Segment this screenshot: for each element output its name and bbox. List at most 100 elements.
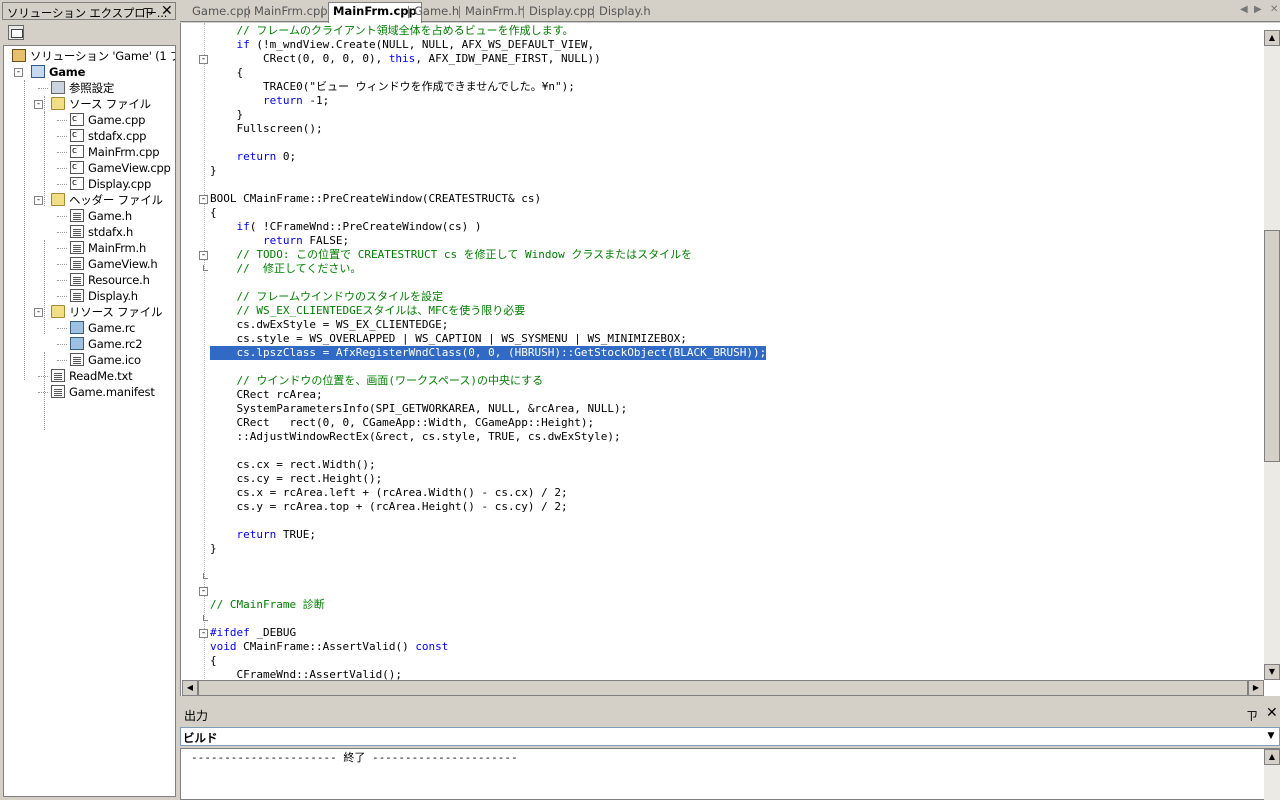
code-line[interactable]: return FALSE; xyxy=(210,234,349,248)
tab-scroll-right-icon[interactable]: ▶ xyxy=(1254,4,1262,15)
code-line[interactable]: } xyxy=(210,108,243,122)
close-icon[interactable]: ✕ xyxy=(1266,705,1278,721)
tree-item[interactable]: Game.rc2 xyxy=(4,336,174,352)
scroll-right-icon[interactable]: ▶ xyxy=(1248,680,1264,696)
code-line[interactable]: } xyxy=(210,542,217,556)
code-line[interactable]: // フレームのクライアント領域全体を占めるビューを作成します。 xyxy=(210,24,574,38)
code-line[interactable]: void CMainFrame::AssertValid() const xyxy=(210,640,448,654)
tree-item[interactable]: Display.h xyxy=(4,288,174,304)
code-line[interactable]: { xyxy=(210,654,217,668)
tree-connector xyxy=(57,344,67,345)
code-line[interactable]: cs.cy = rect.Height(); xyxy=(210,472,382,486)
scroll-down-icon[interactable]: ▼ xyxy=(1264,664,1280,680)
code-line[interactable]: CRect rcArea; xyxy=(210,388,322,402)
code-line[interactable]: return 0; xyxy=(210,150,297,164)
code-line[interactable]: cs.y = rcArea.top + (rcArea.Height() - c… xyxy=(210,500,567,514)
close-tab-icon[interactable]: ✕ xyxy=(1270,4,1278,15)
tree-item[interactable]: Game.manifest xyxy=(4,384,174,400)
code-line[interactable]: // TODO: この位置で CREATESTRUCT cs を修正して Win… xyxy=(210,248,693,262)
tree-item[interactable]: - リソース ファイル xyxy=(4,304,174,320)
collapse-toggle-icon[interactable]: - xyxy=(34,100,43,109)
code-line[interactable]: cs.dwExStyle = WS_EX_CLIENTEDGE; xyxy=(210,318,448,332)
code-line[interactable]: } xyxy=(210,164,217,178)
tree-item[interactable]: Game.cpp xyxy=(4,111,174,128)
pin-icon[interactable]: ㄗ xyxy=(142,4,154,21)
tab-6[interactable]: Display.h xyxy=(599,3,651,21)
code-line[interactable]: BOOL CMainFrame::PreCreateWindow(CREATES… xyxy=(210,192,541,206)
tree-item[interactable]: Game.ico xyxy=(4,352,174,368)
tab-3[interactable]: Game.h xyxy=(414,3,459,21)
tree-connector xyxy=(38,88,48,89)
tree-item[interactable]: Game.h xyxy=(4,208,174,224)
tree-item[interactable]: - Game xyxy=(4,64,174,80)
tree-item-label: GameView.h xyxy=(88,257,158,271)
code-line[interactable]: { xyxy=(210,66,243,80)
fold-end-marker xyxy=(203,265,208,271)
chevron-down-icon[interactable]: ▼ xyxy=(1263,728,1279,745)
close-icon[interactable]: ✕ xyxy=(161,3,173,19)
code-line[interactable]: cs.cx = rect.Width(); xyxy=(210,458,375,472)
tree-item[interactable]: 参照設定 xyxy=(4,80,174,96)
code-line[interactable]: // WS_EX_CLIENTEDGEスタイルは、MFCを使う限り必要 xyxy=(210,304,526,318)
code-line[interactable]: // フレームウインドウのスタイルを設定 xyxy=(210,290,444,304)
collapse-toggle-icon[interactable]: - xyxy=(34,196,43,205)
code-line[interactable]: if( !CFrameWnd::PreCreateWindow(cs) ) xyxy=(210,220,482,234)
scroll-up-icon[interactable]: ▲ xyxy=(1264,749,1280,765)
fold-toggle-icon[interactable]: - xyxy=(199,55,208,64)
scroll-left-icon[interactable]: ◀ xyxy=(182,680,198,696)
tree-item[interactable]: GameView.h xyxy=(4,256,174,272)
collapse-toggle-icon[interactable]: - xyxy=(14,68,23,77)
code-line[interactable]: // ウインドウの位置を、画面(ワークスペース)の中央にする xyxy=(210,374,544,388)
tab-4[interactable]: MainFrm.h xyxy=(465,3,525,21)
code-line[interactable]: TRACE0("ビュー ウィンドウを作成できませんでした。¥n"); xyxy=(210,80,575,94)
code-line[interactable]: return TRUE; xyxy=(210,528,317,542)
tree-item[interactable]: Resource.h xyxy=(4,272,174,288)
code-line[interactable]: #ifdef _DEBUG xyxy=(210,626,296,640)
tree-item[interactable]: stdafx.cpp xyxy=(4,127,174,144)
properties-button[interactable] xyxy=(8,25,24,40)
scroll-up-icon[interactable]: ▲ xyxy=(1264,30,1280,46)
tree-item[interactable]: MainFrm.h xyxy=(4,240,174,256)
code-line[interactable]: cs.x = rcArea.left + (rcArea.Width() - c… xyxy=(210,486,567,500)
collapse-toggle-icon[interactable]: - xyxy=(34,308,43,317)
code-line[interactable]: // CMainFrame 診断 xyxy=(210,598,325,612)
tree-item[interactable]: GameView.cpp xyxy=(4,159,174,176)
code-line[interactable]: { xyxy=(210,206,217,220)
code-line[interactable]: CRect(0, 0, 0, 0), this, AFX_IDW_PANE_FI… xyxy=(210,52,601,66)
output-vertical-scrollbar[interactable]: ▲ xyxy=(1264,749,1280,800)
code-line[interactable]: if (!m_wndView.Create(NULL, NULL, AFX_WS… xyxy=(210,38,595,52)
tree-item[interactable]: stdafx.h xyxy=(4,224,174,240)
output-text-area[interactable]: ---------------------- 終了 --------------… xyxy=(180,748,1280,800)
scroll-thumb[interactable] xyxy=(1264,230,1280,462)
tab-5[interactable]: Display.cpp xyxy=(529,3,594,21)
output-source-select[interactable]: ビルド ▼ xyxy=(180,727,1280,746)
editor-horizontal-scrollbar[interactable]: ◀ ▶ xyxy=(182,680,1264,696)
tree-item[interactable]: MainFrm.cpp xyxy=(4,143,174,160)
scroll-thumb[interactable] xyxy=(198,680,1248,696)
code-line[interactable]: return -1; xyxy=(210,94,329,108)
tree-item[interactable]: - ヘッダー ファイル xyxy=(4,192,174,208)
fold-toggle-icon[interactable]: - xyxy=(199,629,208,638)
tab-1[interactable]: MainFrm.cpp xyxy=(254,3,328,21)
tree-item[interactable]: - ソース ファイル xyxy=(4,96,174,112)
code-line[interactable]: SystemParametersInfo(SPI_GETWORKAREA, NU… xyxy=(210,402,627,416)
tab-scroll-left-icon[interactable]: ◀ xyxy=(1240,4,1248,15)
fold-toggle-icon[interactable]: - xyxy=(199,251,208,260)
code-line[interactable]: ::AdjustWindowRectEx(&rect, cs.style, TR… xyxy=(210,430,620,444)
selected-code-line[interactable]: cs.lpszClass = AfxRegisterWndClass(0, 0,… xyxy=(210,346,767,360)
code-line[interactable]: CRect rect(0, 0, CGameApp::Width, CGameA… xyxy=(210,416,594,430)
tree-item[interactable]: Display.cpp xyxy=(4,175,174,192)
tree-item[interactable]: ReadMe.txt xyxy=(4,368,174,384)
tree-item[interactable]: Game.rc xyxy=(4,320,174,336)
code-line[interactable]: // 修正してください。 xyxy=(210,262,362,276)
pin-icon[interactable]: ㄗ xyxy=(1246,707,1258,724)
code-line[interactable]: Fullscreen(); xyxy=(210,122,322,136)
output-source-value: ビルド xyxy=(183,731,218,745)
tab-0[interactable]: Game.cpp xyxy=(192,3,251,21)
code-line[interactable]: cs.style = WS_OVERLAPPED | WS_CAPTION | … xyxy=(210,332,686,346)
tree-item[interactable]: ソリューション 'Game' (1 プロジ xyxy=(4,48,175,64)
fold-toggle-icon[interactable]: - xyxy=(199,195,208,204)
editor-vertical-scrollbar[interactable]: ▲ ▼ xyxy=(1264,30,1280,680)
fold-toggle-icon[interactable]: - xyxy=(199,587,208,596)
tree-item-label: Game.rc2 xyxy=(88,337,143,351)
